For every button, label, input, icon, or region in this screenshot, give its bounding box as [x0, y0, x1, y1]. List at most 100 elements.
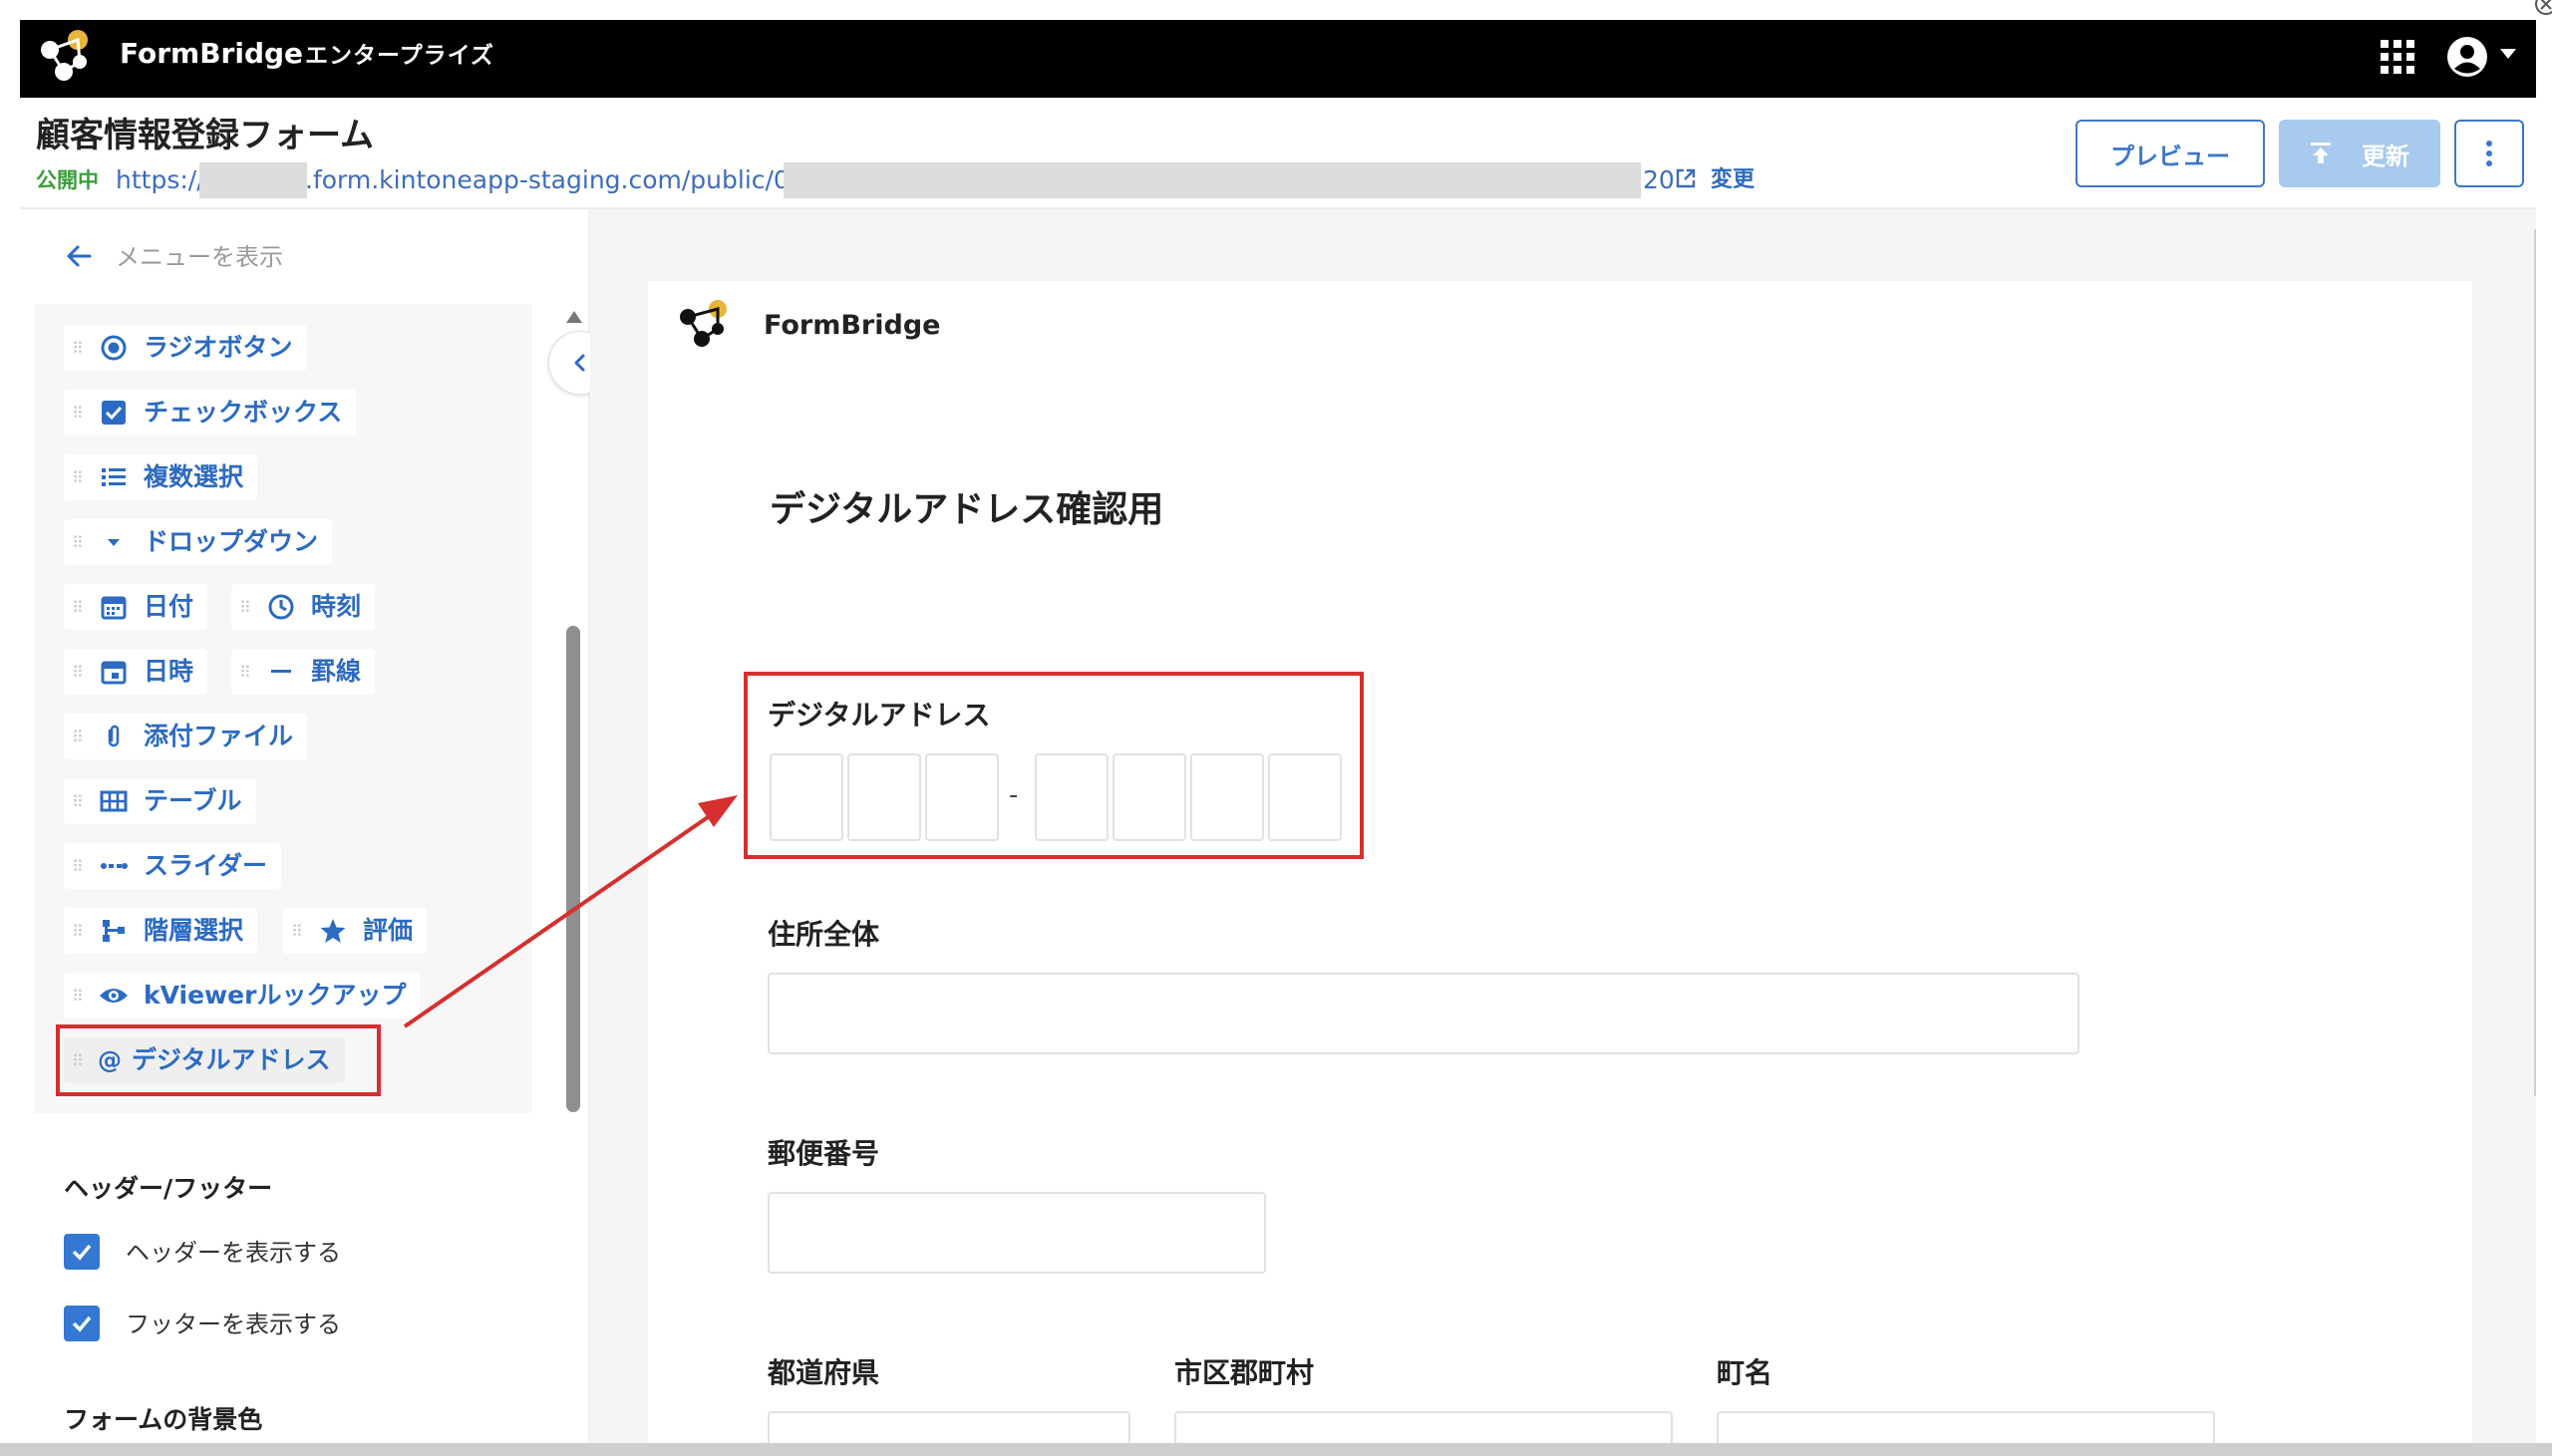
datetime-icon [98, 656, 130, 688]
field-chip-slider[interactable]: ⠿ スライダー [64, 843, 282, 889]
drag-handle-icon[interactable]: ⠿ [291, 918, 307, 944]
field-chip-multi-select[interactable]: ⠿ 複数選択 [64, 454, 258, 500]
field-chip-label: 罫線 [311, 657, 362, 686]
drag-handle-icon[interactable]: ⠿ [72, 400, 88, 426]
field-chip-date[interactable]: ⠿ 日付 [64, 584, 208, 630]
update-button[interactable]: 更新 [2279, 120, 2440, 187]
scroll-up-arrow-icon[interactable] [566, 311, 582, 323]
field-chip-label: チェックボックス [144, 398, 343, 427]
field-chip-label: 評価 [363, 916, 414, 945]
show-footer-label[interactable]: フッターを表示する [126, 1308, 341, 1341]
postal-code-label: 郵便番号 [768, 1137, 880, 1170]
show-header-checkbox[interactable] [64, 1234, 100, 1270]
field-chip-attachment[interactable]: ⠿ 添付ファイル [64, 714, 308, 759]
public-url-prefix[interactable]: https:// [116, 163, 205, 197]
full-address-input[interactable] [768, 973, 2079, 1054]
url-redaction-mask [199, 162, 307, 198]
caret-down-icon[interactable] [2500, 49, 2516, 59]
field-chip-label: 日付 [144, 592, 194, 621]
show-footer-checkbox[interactable] [64, 1306, 100, 1341]
more-options-button[interactable] [2454, 120, 2524, 187]
radio-icon [98, 332, 130, 364]
form-heading: デジタルアドレス確認用 [770, 489, 1164, 530]
show-header-label[interactable]: ヘッダーを表示する [126, 1236, 341, 1270]
apps-grid-icon[interactable] [2381, 40, 2414, 74]
form-brand: FormBridge [764, 310, 941, 341]
list-icon [98, 461, 130, 493]
drag-handle-icon[interactable]: ⠿ [72, 529, 88, 555]
eye-icon [98, 980, 130, 1012]
account-circle-icon[interactable] [2446, 36, 2488, 78]
drag-handle-icon[interactable]: ⠿ [72, 659, 88, 685]
field-chip-rule[interactable]: ⠿ 罫線 [231, 649, 376, 695]
annotation-highlight-box [56, 1024, 381, 1096]
public-url-suffix[interactable]: 20 [1643, 163, 1675, 197]
table-icon [98, 785, 130, 817]
arrow-left-icon[interactable] [64, 241, 94, 271]
drag-handle-icon[interactable]: ⠿ [239, 594, 255, 620]
field-chip-time[interactable]: ⠿ 時刻 [231, 584, 376, 630]
prefecture-label: 都道府県 [768, 1356, 880, 1389]
show-menu-link[interactable]: メニューを表示 [116, 240, 283, 274]
drag-handle-icon[interactable]: ⠿ [72, 594, 88, 620]
field-chip-datetime[interactable]: ⠿ 日時 [64, 649, 208, 695]
field-chip-label: 時刻 [311, 592, 362, 621]
field-chip-table[interactable]: ⠿ テーブル [64, 778, 256, 824]
field-chip-radio[interactable]: ⠿ ラジオボタン [64, 325, 307, 371]
dropdown-icon [98, 526, 130, 558]
field-chip-label: 添付ファイル [144, 722, 294, 750]
drag-handle-icon[interactable]: ⠿ [72, 464, 88, 490]
check-icon [72, 1315, 92, 1332]
close-icon[interactable] [2528, 0, 2552, 20]
preview-button-label: プレビュー [2110, 142, 2230, 170]
chevron-left-icon [574, 354, 585, 372]
drag-handle-icon[interactable]: ⠿ [72, 918, 88, 944]
upload-icon [2311, 143, 2331, 163]
clock-icon [265, 591, 297, 623]
field-chip-label: ラジオボタン [144, 333, 293, 362]
field-chip-kviewer-lookup[interactable]: ⠿ kViewerルックアップ [64, 973, 421, 1019]
field-chip-hierarchy[interactable]: ⠿ 階層選択 [64, 908, 258, 954]
field-chip-checkbox[interactable]: ⠿ チェックボックス [64, 390, 357, 436]
window-edge [2534, 229, 2536, 1096]
app-brand: FormBridge [120, 37, 304, 70]
town-label: 町名 [1717, 1356, 1773, 1389]
more-vertical-icon [2486, 141, 2492, 166]
sidebar-scrollbar[interactable] [566, 626, 580, 1112]
postal-code-input[interactable] [768, 1192, 1266, 1274]
edition-label: エンタープライズ [305, 43, 494, 69]
url-redaction-mask [784, 162, 1641, 198]
public-url-middle[interactable]: .form.kintoneapp-staging.com/public/0 [305, 163, 790, 197]
update-button-label: 更新 [2362, 142, 2409, 170]
external-link-icon[interactable] [1675, 167, 1697, 189]
field-chip-rating[interactable]: ⠿ 評価 [283, 908, 428, 954]
rule-icon [265, 656, 297, 688]
drag-handle-icon[interactable]: ⠿ [239, 659, 255, 685]
background-color-heading: フォームの背景色 [64, 1405, 263, 1434]
change-url-link[interactable]: 変更 [1711, 165, 1754, 195]
drag-handle-icon[interactable]: ⠿ [72, 853, 88, 879]
field-chip-label: 日時 [144, 657, 194, 686]
field-chip-label: kViewerルックアップ [144, 981, 407, 1010]
field-chip-dropdown[interactable]: ⠿ ドロップダウン [64, 519, 333, 565]
window-edge [0, 1443, 2552, 1456]
formbridge-logo-icon[interactable] [38, 28, 100, 90]
formbridge-logo-icon [680, 300, 727, 347]
drag-handle-icon[interactable]: ⠿ [72, 335, 88, 361]
field-chip-label: 複数選択 [144, 462, 244, 491]
header-footer-heading: ヘッダー/フッター [64, 1174, 273, 1203]
hierarchy-icon [98, 915, 130, 947]
annotation-highlight-box [744, 672, 1364, 859]
drag-handle-icon[interactable]: ⠿ [72, 724, 88, 749]
field-chip-label: スライダー [144, 851, 268, 880]
paperclip-icon [98, 721, 130, 752]
checkbox-icon [98, 397, 130, 429]
field-chip-label: ドロップダウン [144, 527, 319, 556]
preview-button[interactable]: プレビュー [2075, 120, 2265, 187]
full-address-label: 住所全体 [768, 918, 880, 951]
drag-handle-icon[interactable]: ⠿ [72, 788, 88, 814]
drag-handle-icon[interactable]: ⠿ [72, 983, 88, 1009]
slider-icon [98, 850, 130, 882]
field-chip-label: テーブル [144, 786, 242, 815]
star-icon [317, 915, 349, 947]
